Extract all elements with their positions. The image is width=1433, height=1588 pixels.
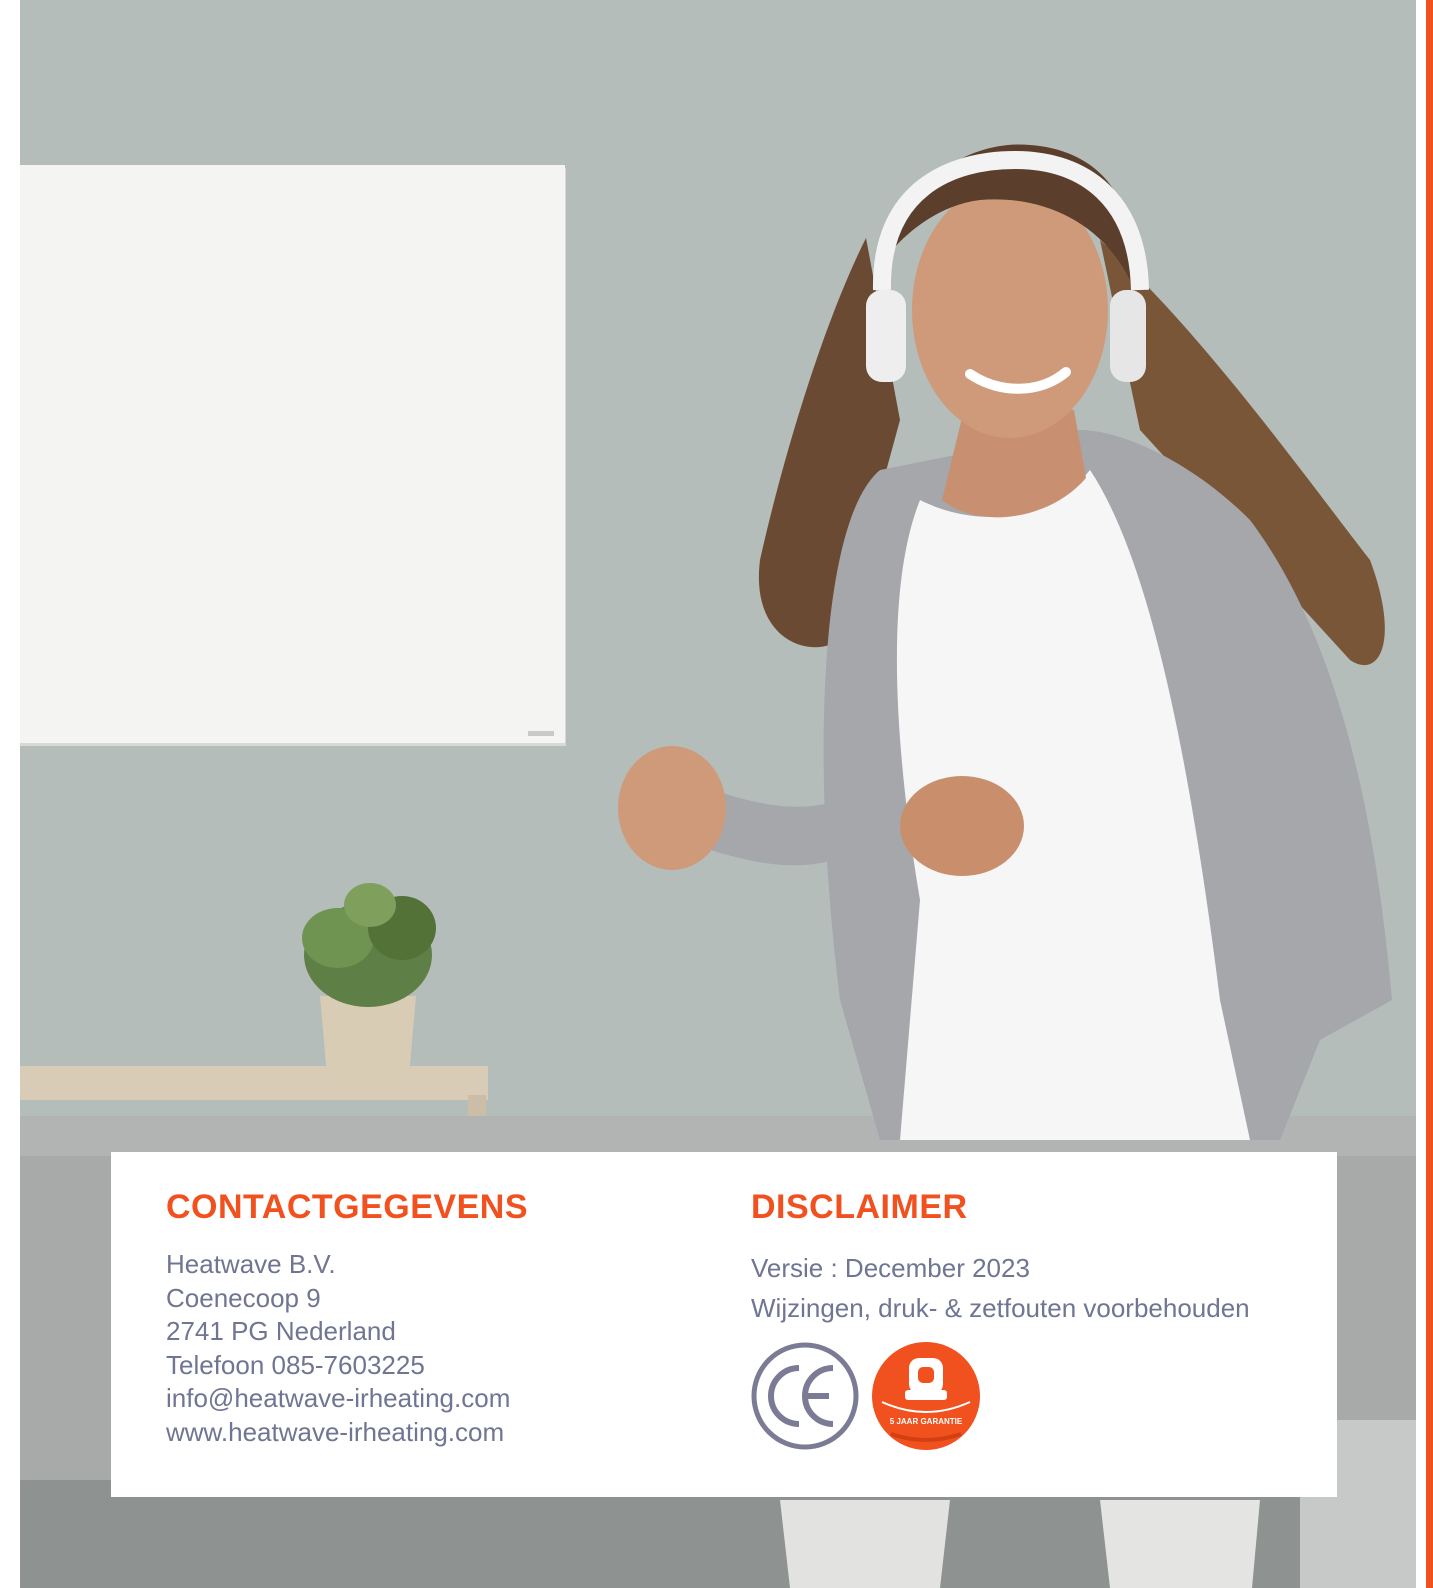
disclaimer-details: Versie : December 2023 Wijzingen, druk- … xyxy=(751,1248,1250,1328)
company-name: Heatwave B.V. xyxy=(166,1249,336,1279)
postal-city: 2741 PG Nederland xyxy=(166,1316,396,1346)
contact-details: Heatwave B.V. Coenecoop 9 2741 PG Nederl… xyxy=(166,1248,510,1449)
street-address: Coenecoop 9 xyxy=(166,1282,321,1313)
disclaimer-heading: DISCLAIMER xyxy=(751,1188,968,1226)
website-link[interactable]: www.heatwave-irheating.com xyxy=(166,1416,510,1450)
accent-edge-bar xyxy=(1426,0,1433,1588)
guarantee-badge-icon: 5 JAAR GARANTIE xyxy=(872,1342,980,1450)
phone-number[interactable]: Telefoon 085-7603225 xyxy=(166,1349,510,1383)
notice-text: Wijzingen, druk- & zetfouten voorbehoude… xyxy=(751,1293,1250,1323)
version-text: Versie : December 2023 xyxy=(751,1253,1030,1283)
contact-card: CONTACTGEGEVENS Heatwave B.V. Coenecoop … xyxy=(111,1152,1337,1497)
email-address[interactable]: info@heatwave-irheating.com xyxy=(166,1382,510,1416)
brochure-back-cover: CONTACTGEGEVENS Heatwave B.V. Coenecoop … xyxy=(0,0,1433,1588)
page-margin-left xyxy=(0,0,20,1588)
contact-heading: CONTACTGEGEVENS xyxy=(166,1188,529,1226)
guarantee-badge-label: 5 JAAR GARANTIE xyxy=(890,1417,963,1426)
certification-logos: 5 JAAR GARANTIE xyxy=(751,1340,991,1452)
ce-mark-icon xyxy=(751,1342,859,1450)
